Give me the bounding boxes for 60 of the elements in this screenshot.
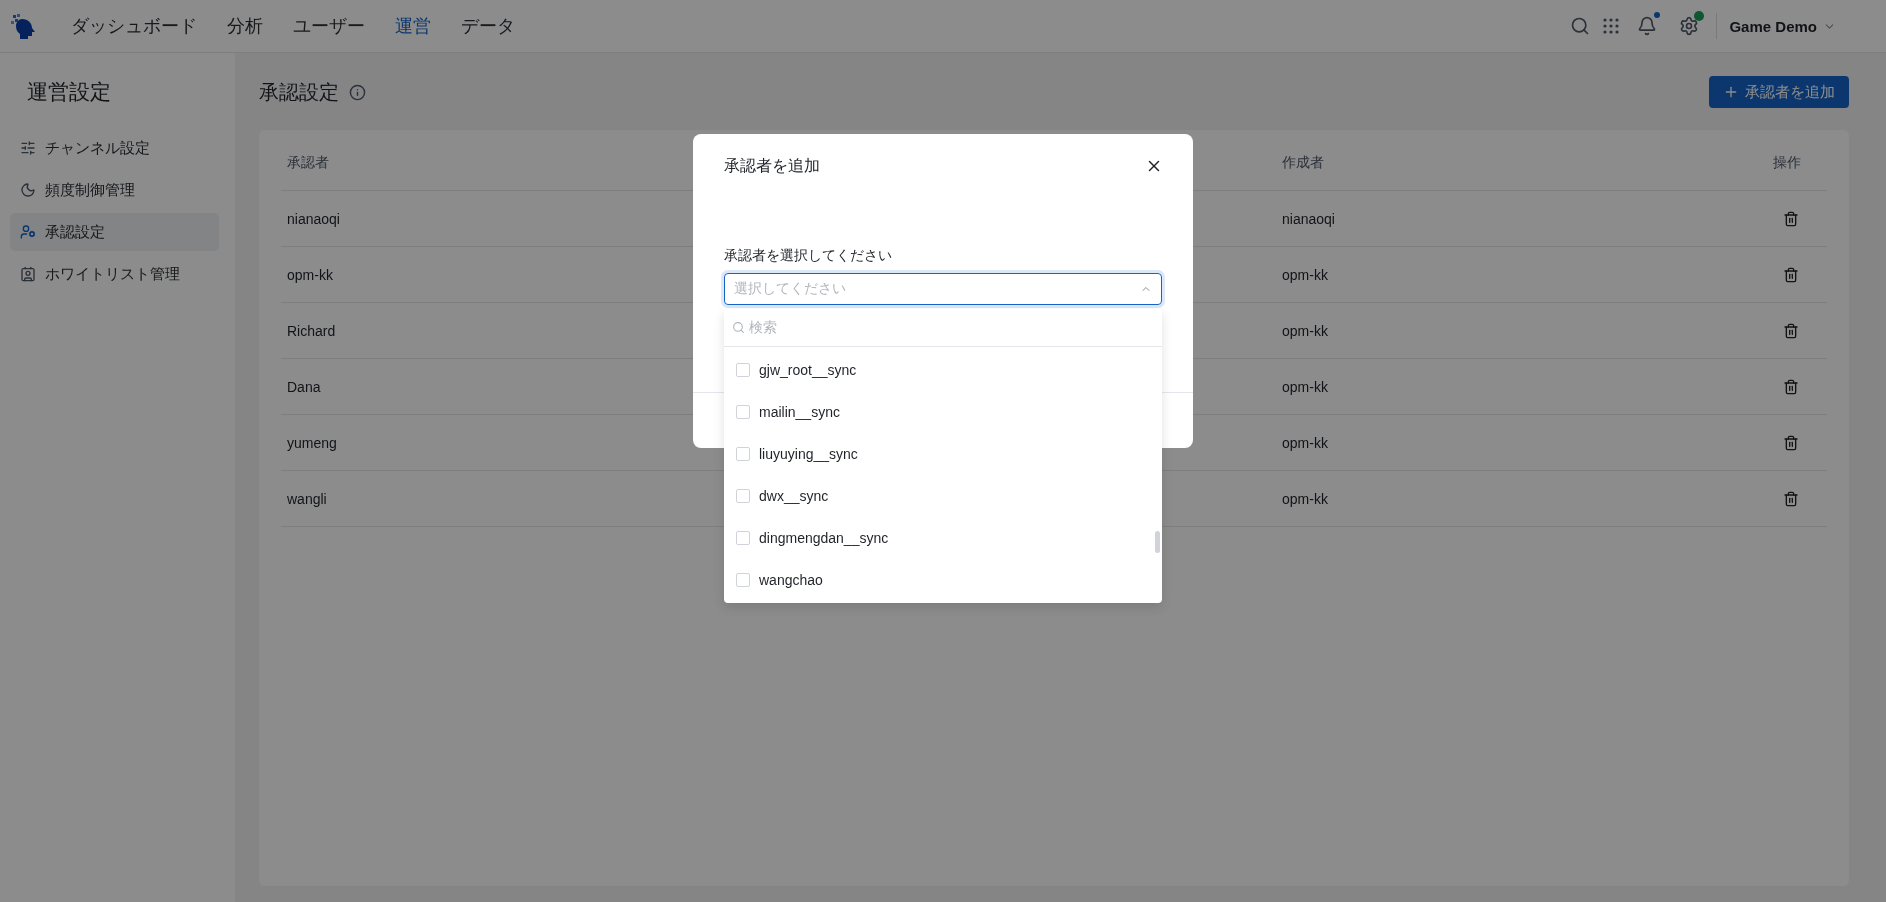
search-icon[interactable] — [1570, 16, 1591, 36]
checkbox[interactable] — [736, 573, 750, 587]
page-title: 承認設定 — [259, 79, 339, 105]
table-cell-text: nianaoqi — [286, 210, 341, 227]
sidebar-item[interactable]: チャンネル設定 — [10, 129, 219, 167]
add-approver-button[interactable]: 承認者を追加 — [1709, 76, 1849, 108]
sidebar-item[interactable]: 頻度制御管理 — [10, 171, 219, 209]
checkbox[interactable] — [736, 489, 750, 503]
moon-icon — [20, 182, 36, 198]
delete-icon[interactable] — [1783, 434, 1799, 451]
table-cell-text: opm-kk — [1281, 378, 1329, 395]
option-item[interactable]: mailin__sync — [724, 391, 1162, 433]
contact-card-icon — [20, 266, 36, 282]
user-gear-icon — [20, 224, 36, 240]
plus-icon — [1723, 84, 1739, 100]
account-menu[interactable]: Game Demo — [1729, 17, 1836, 35]
dialog-title: 承認者を追加 — [724, 155, 820, 176]
table-cell-text: yumeng — [286, 434, 338, 451]
table-cell-text: opm-kk — [1281, 322, 1329, 339]
delete-icon[interactable] — [1783, 210, 1799, 227]
nav-tab[interactable]: ダッシュボード — [56, 14, 212, 38]
checkbox[interactable] — [736, 363, 750, 377]
field-label: 承認者を選択してください — [724, 247, 893, 265]
sliders-icon — [20, 140, 36, 156]
table-cell-text: opm-kk — [286, 266, 334, 283]
apps-grid-icon[interactable] — [1602, 17, 1621, 35]
table-cell-text: opm-kk — [1281, 490, 1329, 507]
search-placeholder: 検索 — [749, 318, 777, 337]
option-item[interactable]: liuyuying__sync — [724, 433, 1162, 475]
sidebar-item[interactable]: 承認設定 — [10, 213, 219, 251]
table-cell-text: Richard — [286, 322, 337, 339]
nav-tab[interactable]: 分析 — [212, 14, 278, 38]
option-item[interactable]: wangchao — [724, 559, 1162, 601]
scrollbar-thumb[interactable] — [1155, 531, 1160, 553]
logo-icon — [10, 12, 38, 40]
table-cell-text: opm-kk — [1281, 266, 1329, 283]
nav-tab[interactable]: データ — [446, 14, 530, 38]
search-icon — [732, 321, 745, 334]
table-cell-text: wangli — [286, 490, 328, 507]
info-icon[interactable] — [349, 83, 366, 101]
nav-tab[interactable]: ユーザー — [278, 14, 380, 38]
checkbox[interactable] — [736, 405, 750, 419]
delete-icon[interactable] — [1783, 378, 1799, 395]
delete-icon[interactable] — [1783, 322, 1799, 339]
delete-icon[interactable] — [1783, 266, 1799, 283]
table-cell-text: opm-kk — [1281, 434, 1329, 451]
table-cell-text: nianaoqi — [1281, 210, 1336, 227]
nav-tab[interactable]: 運営 — [380, 14, 446, 38]
option-item[interactable]: dwx__sync — [724, 475, 1162, 517]
sidebar-title: 運営設定 — [27, 79, 112, 105]
table-cell-text: Dana — [286, 378, 322, 395]
option-item[interactable]: dingmengdan__sync — [724, 517, 1162, 559]
column-header: 承認者 — [286, 153, 330, 172]
delete-icon[interactable] — [1783, 490, 1799, 507]
column-header: 操作 — [1772, 153, 1802, 172]
column-header: 作成者 — [1281, 153, 1325, 172]
option-item[interactable]: gjw_root__sync — [724, 349, 1162, 391]
checkbox[interactable] — [736, 531, 750, 545]
checkbox[interactable] — [736, 447, 750, 461]
sidebar-item[interactable]: ホワイトリスト管理 — [10, 255, 219, 293]
